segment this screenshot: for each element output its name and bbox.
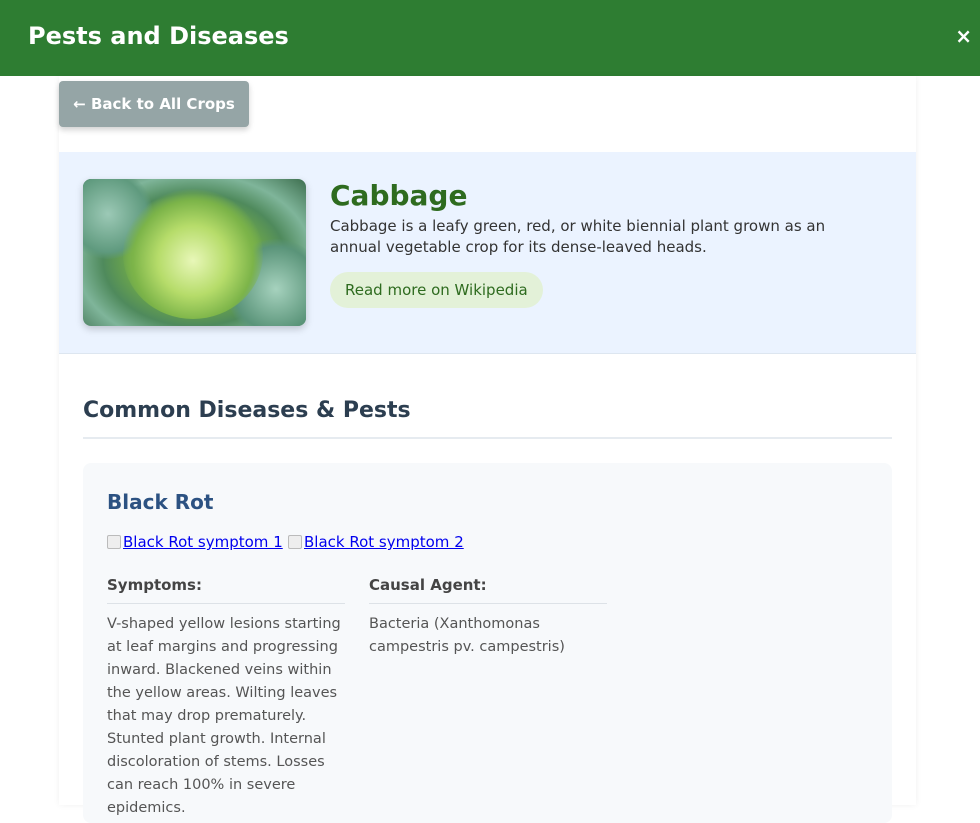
- close-icon[interactable]: ×: [955, 24, 972, 48]
- back-to-all-crops-button[interactable]: ← Back to All Crops: [59, 81, 249, 127]
- symptoms-divider: [107, 603, 345, 604]
- broken-image-icon: [107, 535, 121, 549]
- causal-agent-text: Bacteria (Xanthomonas campestris pv. cam…: [369, 616, 565, 655]
- disease-name: Black Rot: [107, 490, 214, 514]
- crop-name: Cabbage: [330, 179, 468, 212]
- page-title: Pests and Diseases: [28, 22, 289, 50]
- section-title: Common Diseases & Pests: [83, 398, 411, 423]
- crop-detail-panel: ← Back to All Crops Cabbage Cabbage is a…: [59, 76, 916, 823]
- broken-image-icon: [288, 535, 302, 549]
- symptom-image-alt: Black Rot symptom 1: [123, 533, 283, 551]
- crop-header: Cabbage Cabbage is a leafy green, red, o…: [59, 152, 916, 354]
- crop-image-head: [123, 189, 263, 319]
- wikipedia-link[interactable]: Read more on Wikipedia: [330, 272, 543, 308]
- symptom-image-link-2[interactable]: Black Rot symptom 2: [288, 531, 464, 553]
- crop-description: Cabbage is a leafy green, red, or white …: [330, 217, 826, 256]
- top-bar: Pests and Diseases ×: [0, 0, 980, 76]
- symptom-image-link-1[interactable]: Black Rot symptom 1: [107, 531, 283, 553]
- section-divider: [83, 437, 892, 439]
- causal-agent-label: Causal Agent:: [369, 576, 487, 594]
- symptom-image-alt: Black Rot symptom 2: [304, 533, 464, 551]
- causal-agent-divider: [369, 603, 607, 604]
- symptoms-text: V-shaped yellow lesions starting at leaf…: [107, 616, 341, 816]
- disease-card: Black Rot Black Rot symptom 1 Black Rot …: [83, 463, 892, 823]
- symptoms-label: Symptoms:: [107, 576, 202, 594]
- crop-image: [83, 179, 306, 326]
